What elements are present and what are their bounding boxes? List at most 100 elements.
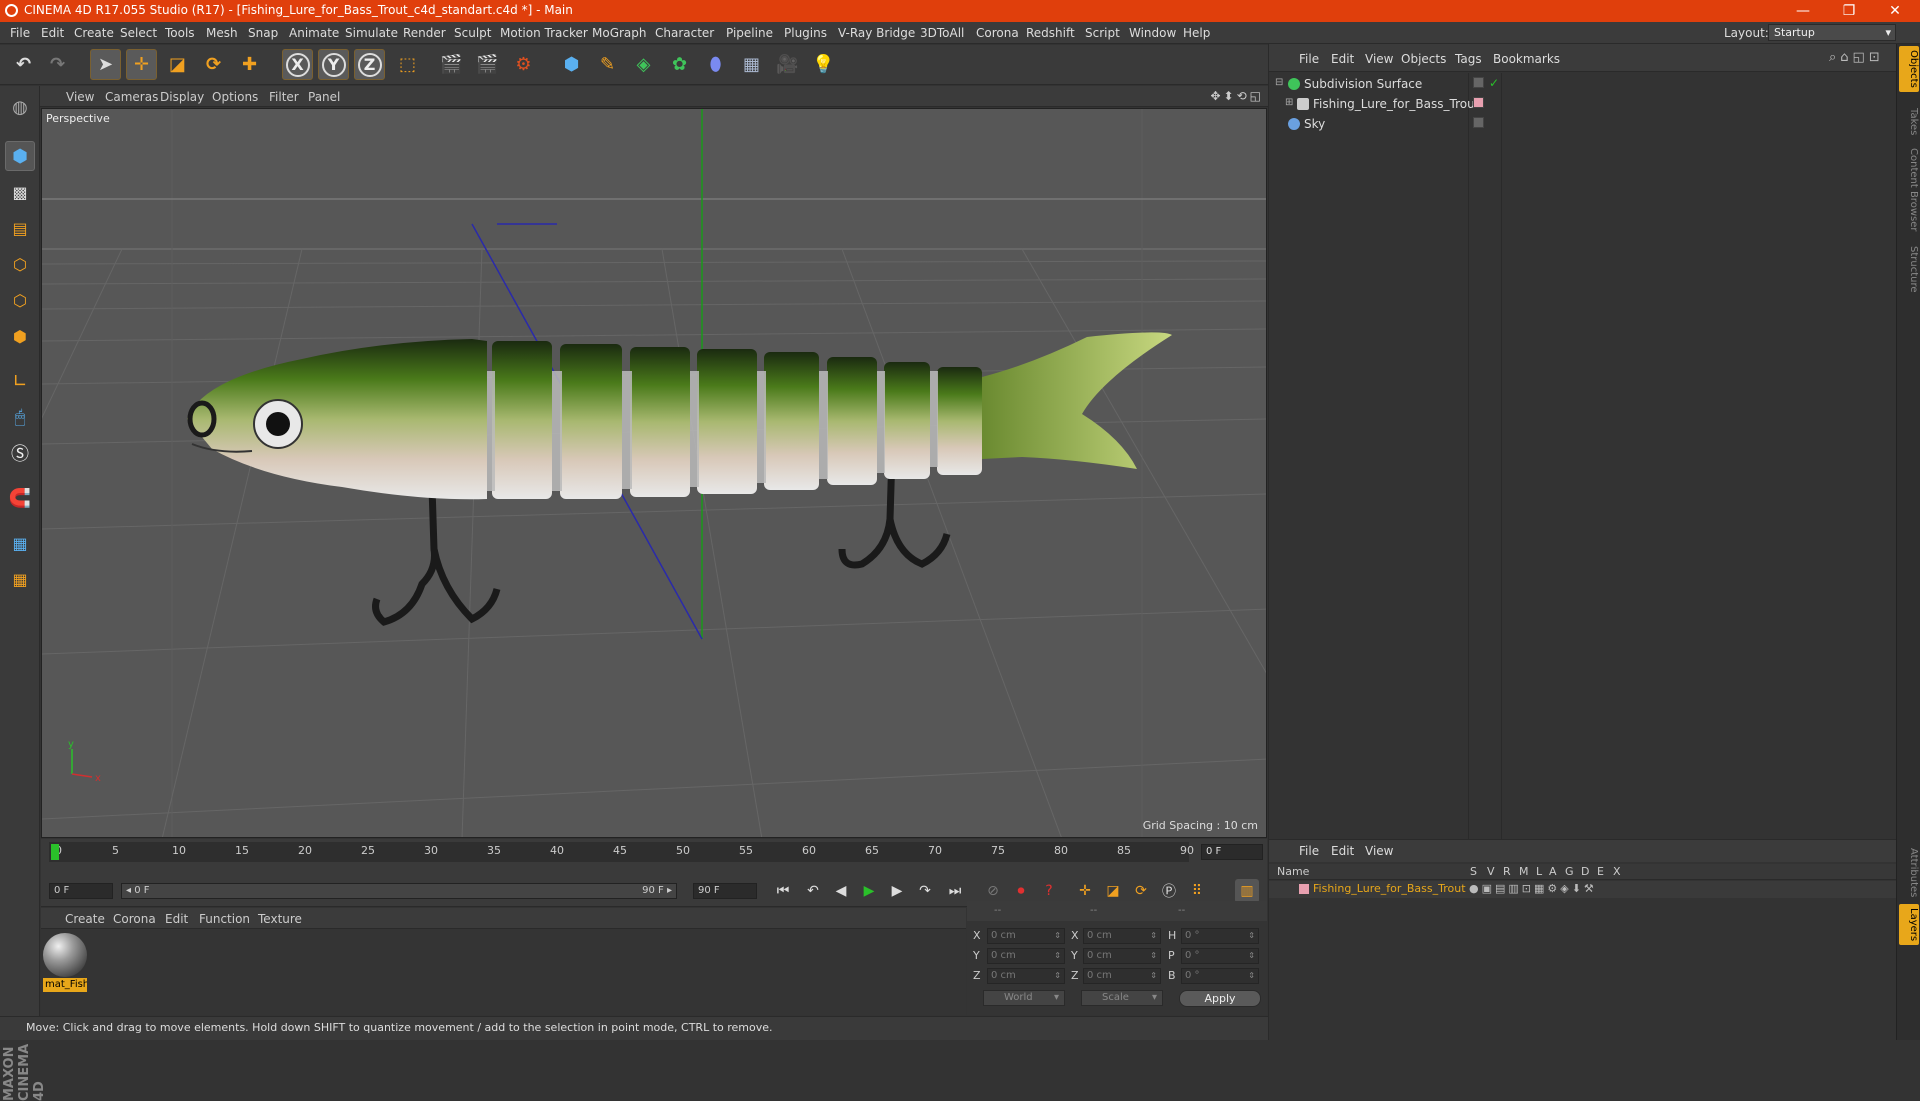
menu-select[interactable]: Select xyxy=(120,26,157,40)
key-position-icon[interactable]: ✛ xyxy=(1073,879,1097,903)
move-tool-icon[interactable]: ✛ xyxy=(126,49,157,80)
size-z-field[interactable]: 0 cm ⇕ xyxy=(1083,968,1161,984)
menu-render[interactable]: Render xyxy=(403,26,446,40)
viewport-navigation-icons[interactable]: ✥⬍⟲◱ xyxy=(1210,89,1264,103)
tab-objects[interactable]: Objects xyxy=(1899,46,1919,92)
material-menu-create[interactable]: Create xyxy=(65,912,105,926)
menu-corona[interactable]: Corona xyxy=(976,26,1019,40)
material-name-label[interactable]: mat_Fishi xyxy=(43,978,87,992)
enabled-check-icon[interactable]: ✓ xyxy=(1489,76,1499,90)
model-mode-icon[interactable]: ⬢ xyxy=(5,141,35,171)
column-solo[interactable]: S xyxy=(1470,865,1477,878)
layer-menu-file[interactable]: File xyxy=(1299,844,1319,858)
menu-tools[interactable]: Tools xyxy=(165,26,195,40)
menu-mograph[interactable]: MoGraph xyxy=(592,26,647,40)
z-axis-lock-button[interactable]: Z xyxy=(354,49,385,80)
tab-attributes[interactable]: Attributes xyxy=(1899,844,1919,901)
column-deformers[interactable]: D xyxy=(1581,865,1589,878)
viewport-menu-options[interactable]: Options xyxy=(212,90,258,104)
object-menu-objects[interactable]: Objects xyxy=(1401,52,1446,66)
cloner-icon[interactable]: ✿ xyxy=(664,49,695,80)
pos-y-field[interactable]: 0 cm ⇕ xyxy=(987,948,1065,964)
camera-icon[interactable]: 🎥 xyxy=(772,49,803,80)
menu-plugins[interactable]: Plugins xyxy=(784,26,827,40)
rot-b-field[interactable]: 0 ° ⇕ xyxy=(1181,968,1259,984)
key-rotation-icon[interactable]: ⟳ xyxy=(1129,879,1153,903)
workplane-icon[interactable]: ▤ xyxy=(5,213,35,243)
next-key-icon[interactable]: ↷ xyxy=(913,879,937,903)
previous-frame-icon[interactable]: ◀ xyxy=(829,879,853,903)
object-menu-file[interactable]: File xyxy=(1299,52,1319,66)
perspective-viewport[interactable]: y x Perspective Grid Spacing : 10 cm xyxy=(41,108,1267,838)
transform-tool-icon[interactable]: ✚ xyxy=(234,49,265,80)
column-expressions[interactable]: E xyxy=(1597,865,1604,878)
menu-pipeline[interactable]: Pipeline xyxy=(726,26,773,40)
menu-script[interactable]: Script xyxy=(1085,26,1120,40)
viewport-menu-panel[interactable]: Panel xyxy=(308,90,340,104)
current-frame-field[interactable]: 0 F xyxy=(1201,844,1263,860)
viewport-menu-filter[interactable]: Filter xyxy=(269,90,299,104)
tab-takes[interactable]: Takes xyxy=(1899,104,1919,139)
key-scale-icon[interactable]: ◪ xyxy=(1101,879,1125,903)
next-frame-icon[interactable]: ▶ xyxy=(885,879,909,903)
collapse-icon[interactable]: ⊟ xyxy=(1275,77,1283,88)
material-menu-corona[interactable]: Corona xyxy=(113,912,156,926)
render-settings-icon[interactable]: ⚙ xyxy=(508,49,539,80)
tree-row-fishing-lure[interactable]: ⊞ Fishing_Lure_for_Bass_Trout xyxy=(1269,94,1897,114)
playhead[interactable] xyxy=(51,844,59,860)
column-view[interactable]: V xyxy=(1487,865,1495,878)
y-axis-lock-button[interactable]: Y xyxy=(318,49,349,80)
record-keys-icon[interactable]: ⊘ xyxy=(981,879,1005,903)
tab-structure[interactable]: Structure xyxy=(1899,242,1919,297)
menu-window[interactable]: Window xyxy=(1129,26,1176,40)
layer-menu-edit[interactable]: Edit xyxy=(1331,844,1354,858)
preview-range-slider[interactable]: ◂ 0 F 90 F ▸ xyxy=(121,883,677,899)
axis-mode-icon[interactable]: ∟ xyxy=(5,366,35,396)
expand-icon[interactable]: ⊞ xyxy=(1285,97,1293,108)
viewport-menu-display[interactable]: Display xyxy=(160,90,204,104)
tweak-mode-icon[interactable]: 🖱 xyxy=(5,402,35,432)
material-menu-edit[interactable]: Edit xyxy=(165,912,188,926)
go-to-start-icon[interactable]: ⏮ xyxy=(771,879,795,903)
select-arrow-icon[interactable]: ➤ xyxy=(90,49,121,80)
column-generators[interactable]: G xyxy=(1565,865,1574,878)
rot-h-field[interactable]: 0 ° ⇕ xyxy=(1181,928,1259,944)
object-menu-tags[interactable]: Tags xyxy=(1455,52,1482,66)
make-editable-icon[interactable]: ◍ xyxy=(5,92,35,122)
cube-primitive-icon[interactable]: ⬢ xyxy=(556,49,587,80)
end-frame-field[interactable]: 90 F xyxy=(693,883,757,899)
timeline-window-icon[interactable]: ▥ xyxy=(1235,879,1259,903)
subdivision-surface-icon[interactable]: ◈ xyxy=(628,49,659,80)
object-manager-toolbar-icons[interactable]: ⌕⌂◱⊡ xyxy=(1829,50,1884,65)
rot-p-field[interactable]: 0 ° ⇕ xyxy=(1181,948,1259,964)
start-frame-field[interactable]: 0 F xyxy=(49,883,113,899)
layer-menu-view[interactable]: View xyxy=(1365,844,1393,858)
layer-tag-icon[interactable] xyxy=(1473,117,1484,128)
autokey-icon[interactable]: ⏺ xyxy=(1009,879,1033,903)
menu-mesh[interactable]: Mesh xyxy=(206,26,238,40)
play-icon[interactable]: ▶ xyxy=(857,879,881,903)
render-picture-viewer-icon[interactable]: 🎬 xyxy=(472,49,503,80)
menu-edit[interactable]: Edit xyxy=(41,26,64,40)
render-view-icon[interactable]: 🎬 xyxy=(436,49,467,80)
layer-color-tag[interactable] xyxy=(1473,97,1484,108)
menu-sculpt[interactable]: Sculpt xyxy=(454,26,491,40)
menu-character[interactable]: Character xyxy=(655,26,714,40)
column-locked[interactable]: L xyxy=(1536,865,1542,878)
column-animation[interactable]: A xyxy=(1549,865,1557,878)
material-preview-swatch[interactable] xyxy=(43,933,87,977)
pen-spline-icon[interactable]: ✎ xyxy=(592,49,623,80)
key-pla-icon[interactable]: ⠿ xyxy=(1185,879,1209,903)
coordinate-mode-select[interactable]: World ▾ xyxy=(983,990,1065,1006)
edges-mode-icon[interactable]: ⬡ xyxy=(5,285,35,315)
size-x-field[interactable]: 0 cm ⇕ xyxy=(1083,928,1161,944)
keyframe-selection-icon[interactable]: ? xyxy=(1037,879,1061,903)
key-parameter-icon[interactable]: Ⓟ xyxy=(1157,879,1181,903)
rotate-tool-icon[interactable]: ⟳ xyxy=(198,49,229,80)
menu-redshift[interactable]: Redshift xyxy=(1026,26,1075,40)
apply-button[interactable]: Apply xyxy=(1179,990,1261,1007)
column-xref[interactable]: X xyxy=(1613,865,1621,878)
size-mode-select[interactable]: Scale ▾ xyxy=(1081,990,1163,1006)
timeline[interactable]: 0 5 10 15 20 25 30 35 40 45 50 55 60 65 … xyxy=(41,839,1267,875)
size-y-field[interactable]: 0 cm ⇕ xyxy=(1083,948,1161,964)
